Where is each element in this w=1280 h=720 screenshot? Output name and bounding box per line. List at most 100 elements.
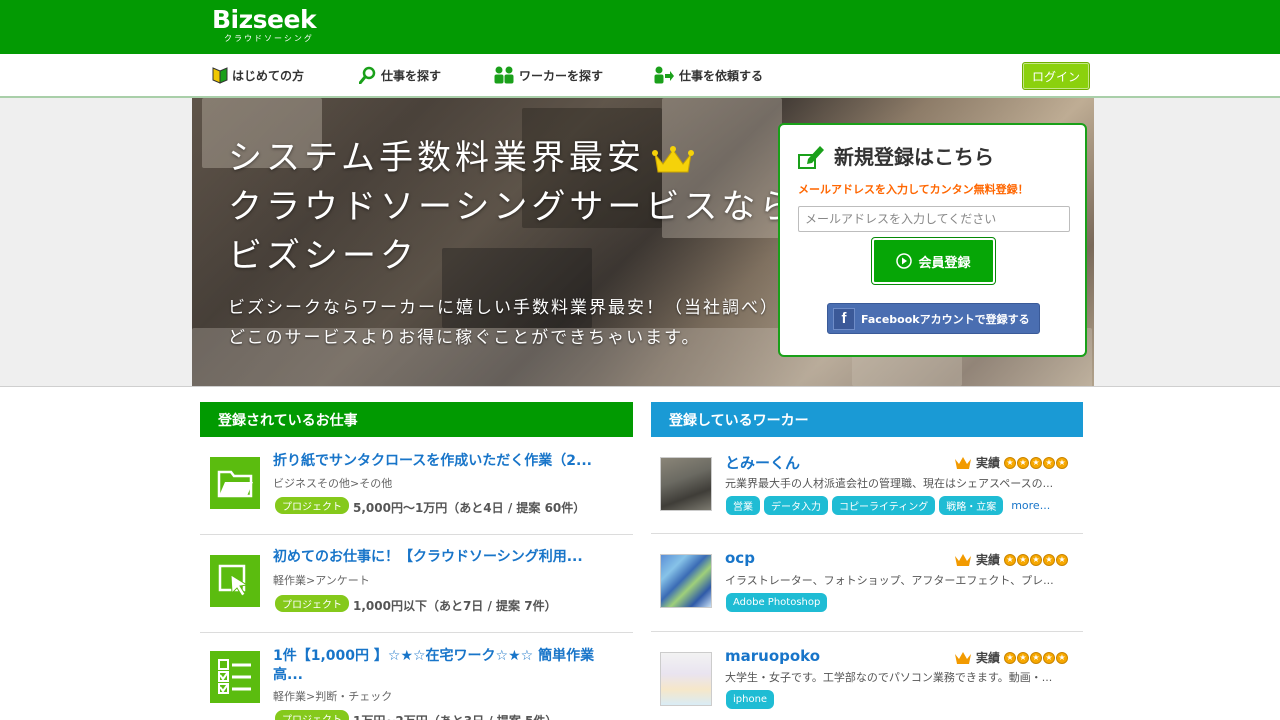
worker-list-item[interactable]: maruopoko 実績 ★ ★ ★ ★ ★ 大学生・女子です。工学部なのでパソコン業務… [651, 632, 1083, 720]
job-title-link[interactable]: 1件【1,000円 】☆★☆在宅ワーク☆★☆ 簡単作業 高... [273, 647, 594, 685]
worker-rating: 実績 ★ ★ ★ ★ ★ [954, 649, 1069, 666]
nav-label: ワーカーを探す [519, 68, 604, 83]
nav-label: 仕事を依頼する [679, 68, 764, 83]
worker-rating: 実績 ★ ★ ★ ★ ★ [954, 454, 1069, 471]
registration-title: 新規登録はこちら [798, 141, 994, 170]
job-category: 軽作業>アンケート [273, 574, 370, 587]
star-rating: ★ ★ ★ ★ ★ [1004, 553, 1069, 566]
pencil-form-icon [798, 145, 824, 169]
beginner-leaf-icon [212, 67, 228, 84]
star-icon: ★ [1043, 651, 1056, 664]
skill-tag[interactable]: コピーライティング [832, 496, 936, 515]
nav-item-beginners[interactable]: はじめての方 [212, 54, 304, 96]
star-icon: ★ [1004, 651, 1017, 664]
workers-section-heading: 登録しているワーカー [651, 402, 1083, 437]
more-skills-link[interactable]: more... [1011, 499, 1050, 512]
hero-subtext: ビズシークならワーカーに嬉しい手数料業界最安！（当社調べ） どこのサービスよりお… [228, 293, 779, 353]
job-type-badge: プロジェクト [275, 595, 349, 612]
job-title-link[interactable]: 折り紙でサンタクロースを作成いただく作業（2... [273, 452, 592, 471]
nav-item-find-jobs[interactable]: 仕事を探す [359, 54, 441, 96]
job-title-line: 高... [273, 667, 303, 683]
hero-headline: システム手数料業界最安 クラウドソーシングサービスなら ビズシーク [228, 134, 797, 281]
worker-description: 大学生・女子です。工学部なのでパソコン業務できます。動画・... [725, 671, 1053, 684]
star-icon: ★ [1056, 456, 1069, 469]
skill-tag[interactable]: 営業 [726, 496, 760, 515]
star-icon: ★ [1043, 456, 1056, 469]
job-type-badge: プロジェクト [275, 497, 349, 514]
hero-headline-line: クラウドソーシングサービスなら [228, 187, 798, 227]
star-icon: ★ [1017, 553, 1030, 566]
rating-label: 実績 [976, 553, 1001, 567]
login-button[interactable]: ログイン [1022, 62, 1090, 90]
hero-subtext-line: どこのサービスよりお得に稼ぐことができちゃいます。 [228, 328, 701, 348]
hero-headline-text: システム手数料業界最安 [228, 138, 645, 178]
worker-skill-tags: iphone [726, 690, 778, 709]
email-input[interactable] [798, 206, 1070, 232]
job-title-link[interactable]: 初めてのお仕事に！【クラウドソーシング利用... [273, 548, 583, 567]
skill-tag[interactable]: Adobe Photoshop [726, 593, 828, 612]
job-category: ビジネスその他>その他 [273, 477, 393, 490]
logo-text: Bizseek [212, 5, 317, 34]
logo-subtitle: クラウドソーシング [224, 34, 314, 43]
registration-title-text: 新規登録はこちら [834, 145, 994, 169]
star-icon: ★ [1056, 651, 1069, 664]
person-arrow-icon [654, 66, 674, 84]
nav-item-find-workers[interactable]: ワーカーを探す [493, 54, 603, 96]
hero-subtext-line: ビズシークならワーカーに嬉しい手数料業界最安！（当社調べ） [228, 298, 779, 318]
nav-item-post-job[interactable]: 仕事を依頼する [653, 54, 763, 96]
skill-tag[interactable]: 戦略・立案 [939, 496, 1004, 515]
nav-label: 仕事を探す [381, 68, 442, 83]
nav-label: はじめての方 [232, 68, 305, 83]
registration-note: メールアドレスを入力してカンタン無料登録！ [798, 183, 1029, 196]
checklist-icon [210, 651, 260, 703]
worker-list-item[interactable]: とみーくん 実績 ★ ★ ★ ★ ★ 元業界最大手の人材派遣会社の管理職、現在はシェアス… [651, 437, 1083, 534]
job-price-info: 1,000円以下（あと7日 / 提案 7件） [353, 599, 557, 613]
job-list-item[interactable]: 1件【1,000円 】☆★☆在宅ワーク☆★☆ 簡単作業 高... 軽作業>判断・… [200, 633, 633, 720]
worker-skill-tags: 営業 データ入力 コピーライティング 戦略・立案 more... [726, 496, 1050, 515]
avatar[interactable] [660, 554, 712, 608]
facebook-icon: f [833, 307, 855, 330]
star-icon: ★ [1030, 456, 1043, 469]
star-rating: ★ ★ ★ ★ ★ [1004, 651, 1069, 664]
skill-tag[interactable]: データ入力 [764, 496, 828, 515]
facebook-register-button[interactable]: f Facebookアカウントで登録する [827, 303, 1040, 334]
star-icon: ★ [1017, 456, 1030, 469]
register-button-label: 会員登録 [918, 255, 971, 271]
job-price-info: 5,000円〜1万円（あと4日 / 提案 60件） [353, 501, 586, 515]
register-button[interactable]: 会員登録 [871, 237, 996, 285]
magnifier-icon [359, 66, 376, 84]
star-icon: ★ [1030, 651, 1043, 664]
bizseek-logo[interactable]: Bizseek クラウドソーシング [212, 5, 317, 44]
jobs-section-heading: 登録されているお仕事 [200, 402, 633, 437]
star-icon: ★ [1043, 553, 1056, 566]
medal-crown-icon [955, 651, 971, 664]
worker-name-link[interactable]: ocp [725, 549, 755, 567]
people-icon [494, 66, 514, 84]
star-icon: ★ [1030, 553, 1043, 566]
job-title-line: 1件【1,000円 】☆★☆在宅ワーク☆★☆ 簡単作業 [273, 648, 595, 664]
avatar[interactable] [660, 457, 712, 511]
top-header-bar: Bizseek クラウドソーシング [0, 0, 1280, 54]
worker-name-link[interactable]: とみーくん [725, 452, 800, 473]
star-icon: ★ [1004, 553, 1017, 566]
job-list-item[interactable]: 折り紙でサンタクロースを作成いただく作業（2... ビジネスその他>その他 プロ… [200, 437, 633, 535]
worker-skill-tags: Adobe Photoshop [726, 593, 831, 612]
play-circle-icon [896, 253, 913, 269]
skill-tag[interactable]: iphone [726, 690, 775, 709]
facebook-button-label: Facebookアカウントで登録する [861, 312, 1030, 326]
job-price-info: 1万円~2万円（あと3日 / 提案 5件） [353, 712, 557, 720]
job-list-item[interactable]: 初めてのお仕事に！【クラウドソーシング利用... 軽作業>アンケート プロジェク… [200, 535, 633, 633]
cursor-click-icon [210, 555, 260, 607]
star-icon: ★ [1004, 456, 1017, 469]
job-category: 軽作業>判断・チェック [273, 690, 393, 703]
worker-description: 元業界最大手の人材派遣会社の管理職、現在はシェアスペースの... [725, 477, 1054, 490]
avatar[interactable] [660, 652, 712, 706]
crown-icon [651, 145, 694, 172]
star-icon: ★ [1017, 651, 1030, 664]
hero-headline-line: ビズシーク [228, 236, 418, 276]
medal-crown-icon [955, 553, 971, 566]
worker-description: イラストレーター、フォトショップ、アフターエフェクト、プレ... [725, 574, 1054, 587]
worker-list-item[interactable]: ocp 実績 ★ ★ ★ ★ ★ イラストレーター、フォトショップ、アフターエフェクト、… [651, 534, 1083, 632]
rating-label: 実績 [976, 651, 1001, 665]
worker-name-link[interactable]: maruopoko [725, 647, 820, 665]
